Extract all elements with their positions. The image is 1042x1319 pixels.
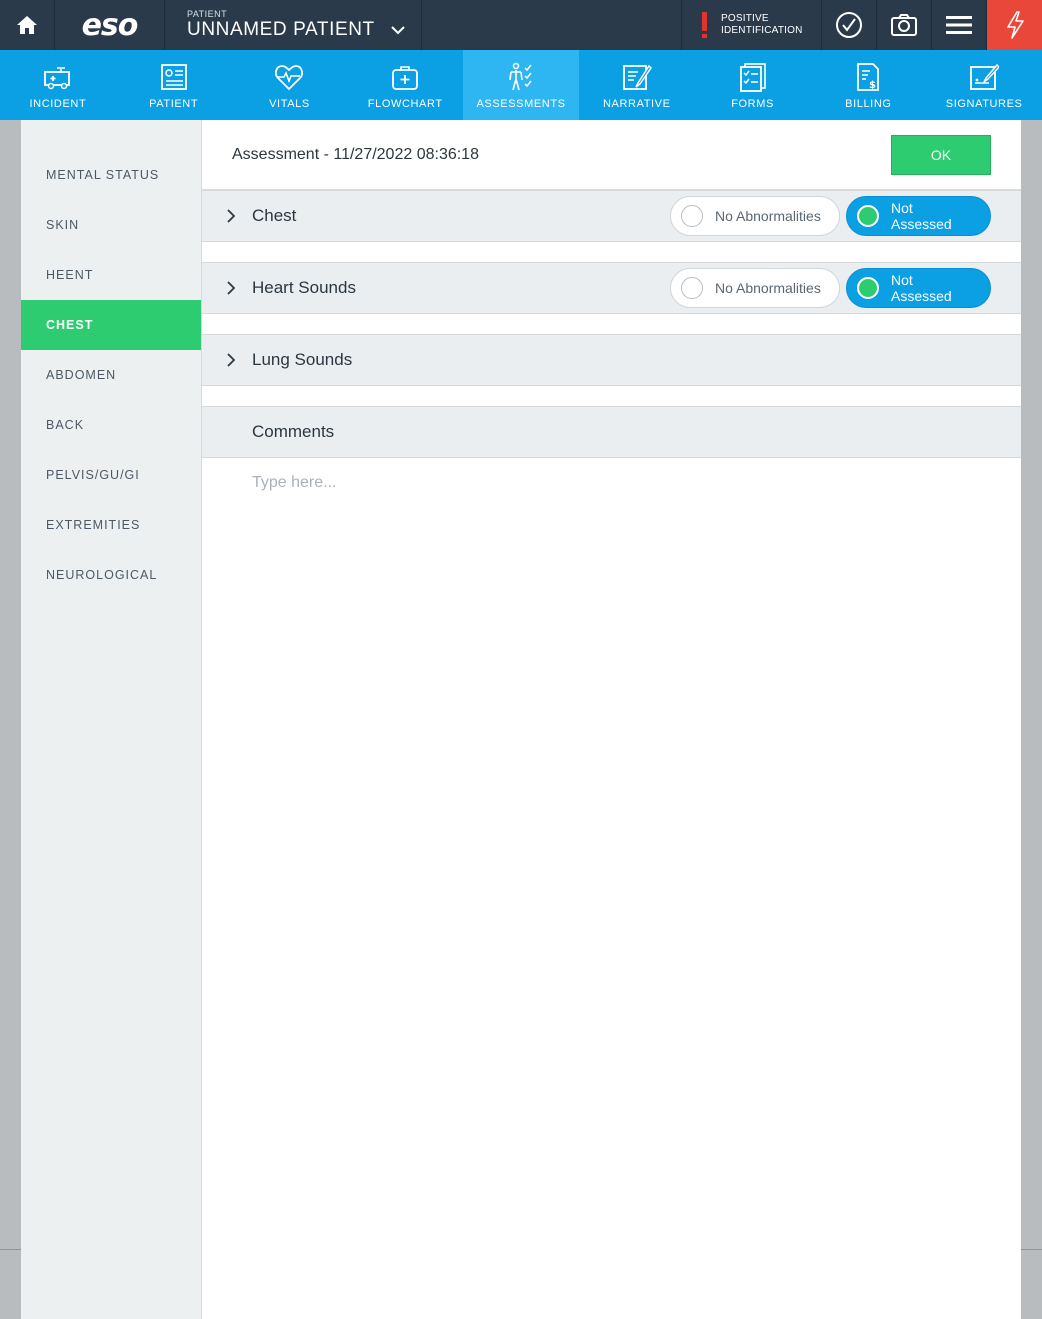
menu-button[interactable]: [932, 0, 987, 50]
radio-unselected-icon: [681, 277, 703, 299]
sidebar-item-neurological[interactable]: NEUROLOGICAL: [21, 550, 201, 600]
home-icon: [17, 16, 37, 34]
patient-name: UNNAMED PATIENT: [187, 19, 375, 40]
sidebar-item-abdomen[interactable]: ABDOMEN: [21, 350, 201, 400]
not-assessed-radio[interactable]: Not Assessed: [846, 196, 991, 236]
positive-id-line2: IDENTIFICATION: [721, 25, 803, 36]
not-assessed-radio[interactable]: Not Assessed: [846, 268, 991, 308]
page-title: Assessment - 11/27/2022 08:36:18: [232, 145, 479, 163]
radio-label: No Abnormalities: [715, 280, 821, 296]
nav-billing[interactable]: $ BILLING: [810, 50, 926, 120]
ambulance-icon: [42, 61, 74, 93]
chevron-right-icon[interactable]: [224, 353, 238, 367]
chevron-right-icon[interactable]: [224, 209, 238, 223]
sidebar-item-chest[interactable]: CHEST: [21, 300, 201, 350]
sidebar-item-pelvis-gu-gi[interactable]: PELVIS/GU/GI: [21, 450, 201, 500]
radio-unselected-icon: [681, 205, 703, 227]
nav-narrative[interactable]: NARRATIVE: [579, 50, 695, 120]
ok-button[interactable]: OK: [891, 134, 991, 175]
nav-label: FORMS: [731, 98, 774, 110]
alert-icon: [702, 12, 707, 38]
flash-button[interactable]: [987, 0, 1042, 50]
chevron-right-icon[interactable]: [224, 281, 238, 295]
nav-vitals[interactable]: VITALS: [232, 50, 348, 120]
signature-icon: [968, 61, 1000, 93]
nav-label: FLOWCHART: [367, 98, 443, 110]
svg-text:$: $: [869, 80, 876, 91]
nav-assessments[interactable]: ASSESSMENTS: [463, 50, 579, 120]
top-bar: eso PATIENT UNNAMED PATIENT POSITIVE IDE…: [0, 0, 1042, 50]
nav-label: NARRATIVE: [603, 98, 671, 110]
section-lung-sounds: Lung Sounds: [202, 334, 1021, 386]
menu-icon: [946, 16, 972, 34]
chest-status-radio-group: No Abnormalities Not Assessed: [670, 196, 991, 236]
section-comments: Comments: [202, 406, 1021, 458]
section-chest: Chest No Abnormalities Not Assessed: [202, 190, 1021, 242]
radio-label: No Abnormalities: [715, 208, 821, 224]
radio-selected-icon: [857, 205, 879, 227]
section-gap: [202, 386, 1021, 406]
radio-label: Not Assessed: [891, 272, 952, 304]
patient-selector[interactable]: PATIENT UNNAMED PATIENT: [165, 0, 422, 50]
nav-label: SIGNATURES: [945, 98, 1023, 110]
nav-label: VITALS: [269, 98, 310, 110]
nav-patient[interactable]: PATIENT: [116, 50, 232, 120]
main-navigation: INCIDENT PATIENT VITALS FLOWCHART ASSESS…: [0, 50, 1042, 120]
billing-document-icon: $: [852, 61, 884, 93]
flash-icon: [1006, 11, 1024, 39]
camera-button[interactable]: [877, 0, 932, 50]
positive-id-line1: POSITIVE: [721, 13, 769, 24]
nav-label: ASSESSMENTS: [476, 98, 566, 110]
no-abnormalities-radio[interactable]: No Abnormalities: [670, 196, 840, 236]
no-abnormalities-radio[interactable]: No Abnormalities: [670, 268, 840, 308]
section-title[interactable]: Heart Sounds: [252, 278, 670, 298]
assessment-panel: Assessment - 11/27/2022 08:36:18 OK Ches…: [201, 120, 1021, 1319]
section-gap: [202, 314, 1021, 334]
medical-bag-icon: [389, 61, 421, 93]
assessment-sidebar: MENTAL STATUS SKIN HEENT CHEST ABDOMEN B…: [21, 120, 201, 1319]
check-circle-icon: [836, 12, 862, 38]
validate-button[interactable]: [822, 0, 877, 50]
sidebar-item-back[interactable]: BACK: [21, 400, 201, 450]
section-title[interactable]: Lung Sounds: [252, 350, 991, 370]
top-bar-spacer: [422, 0, 682, 50]
sidebar-item-skin[interactable]: SKIN: [21, 200, 201, 250]
heartbeat-icon: [273, 61, 305, 93]
section-title[interactable]: Chest: [252, 206, 670, 226]
comments-title: Comments: [252, 422, 335, 441]
assessment-header: Assessment - 11/27/2022 08:36:18 OK: [202, 120, 1021, 190]
positive-identification-button[interactable]: POSITIVE IDENTIFICATION: [682, 0, 822, 50]
nav-forms[interactable]: FORMS: [695, 50, 811, 120]
forms-checklist-icon: [737, 61, 769, 93]
nav-label: BILLING: [845, 98, 892, 110]
nav-signatures[interactable]: SIGNATURES: [926, 50, 1042, 120]
heart-sounds-status-radio-group: No Abnormalities Not Assessed: [670, 268, 991, 308]
nav-incident[interactable]: INCIDENT: [0, 50, 116, 120]
nav-flowchart[interactable]: FLOWCHART: [347, 50, 463, 120]
body-check-icon: [505, 61, 537, 93]
comments-input[interactable]: Type here...: [202, 458, 1021, 508]
sidebar-item-extremities[interactable]: EXTREMITIES: [21, 500, 201, 550]
nav-label: PATIENT: [149, 98, 199, 110]
radio-selected-icon: [857, 277, 879, 299]
section-heart-sounds: Heart Sounds No Abnormalities Not Assess…: [202, 262, 1021, 314]
patient-label: PATIENT: [187, 9, 228, 19]
camera-icon: [891, 14, 917, 36]
nav-label: INCIDENT: [29, 98, 87, 110]
patient-card-icon: [158, 61, 190, 93]
radio-label: Not Assessed: [891, 200, 952, 232]
home-button[interactable]: [0, 0, 55, 50]
eso-logo: eso: [55, 0, 165, 50]
sidebar-item-heent[interactable]: HEENT: [21, 250, 201, 300]
section-gap: [202, 242, 1021, 262]
narrative-pen-icon: [621, 61, 653, 93]
sidebar-item-mental-status[interactable]: MENTAL STATUS: [21, 150, 201, 200]
chevron-down-icon: [391, 25, 405, 34]
